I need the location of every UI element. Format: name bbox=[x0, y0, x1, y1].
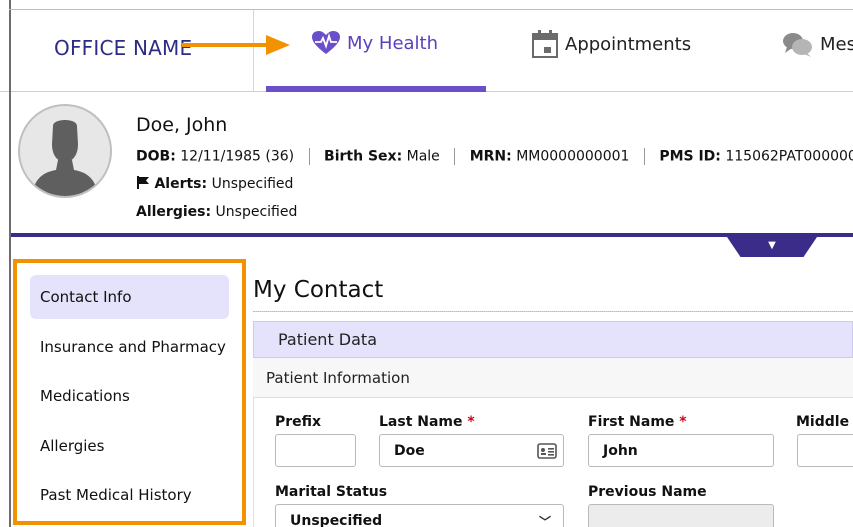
marital-status-select[interactable]: Unspecified ﹀ bbox=[275, 504, 564, 527]
patient-banner: Doe, John DOB: 12/11/1985 (36) Birth Sex… bbox=[11, 93, 853, 233]
patient-name: Doe, John bbox=[136, 114, 228, 136]
last-name-value: Doe bbox=[394, 442, 425, 459]
last-name-label: Last Name * bbox=[379, 414, 475, 430]
sidebar-item-medications[interactable]: Medications bbox=[30, 374, 229, 418]
prefix-field[interactable] bbox=[275, 434, 356, 467]
avatar bbox=[18, 104, 112, 198]
chevron-down-icon: ﹀ bbox=[538, 515, 551, 527]
tab-messages-label: Mes bbox=[820, 33, 853, 55]
calendar-icon bbox=[532, 30, 558, 58]
dob-value: 12/11/1985 (36) bbox=[180, 148, 295, 165]
dob-label: DOB: bbox=[136, 148, 176, 165]
tab-my-health-label: My Health bbox=[347, 32, 439, 54]
pms-id-label: PMS ID: bbox=[659, 148, 721, 165]
alerts-label: Alerts: bbox=[154, 176, 208, 192]
patient-allergies: Allergies: Unspecified bbox=[136, 204, 297, 220]
first-name-label: First Name * bbox=[588, 414, 687, 430]
patient-info-form: Prefix Last Name * Doe First Name * John… bbox=[253, 398, 853, 527]
allergies-label: Allergies: bbox=[136, 204, 212, 220]
sidebar: Contact Info Insurance and Pharmacy Medi… bbox=[13, 259, 246, 525]
window-frame-top bbox=[9, 9, 853, 10]
id-card-icon[interactable] bbox=[537, 443, 557, 459]
tab-my-health[interactable]: My Health bbox=[311, 30, 438, 56]
patient-demographics: DOB: 12/11/1985 (36) Birth Sex: Male MRN… bbox=[136, 148, 853, 165]
pms-id-value: 115062PAT000000001 bbox=[725, 148, 853, 165]
birth-sex-value: Male bbox=[406, 148, 440, 165]
subsection-header: Patient Information bbox=[253, 358, 853, 398]
tab-messages[interactable]: Mes bbox=[782, 30, 853, 58]
sidebar-item-contact-info[interactable]: Contact Info bbox=[30, 275, 229, 319]
mrn-value: MM0000000001 bbox=[516, 148, 630, 165]
mrn-label: MRN: bbox=[469, 148, 512, 165]
caret-down-icon: ▼ bbox=[768, 240, 776, 251]
prefix-label: Prefix bbox=[275, 414, 322, 430]
annotation-arrow-icon bbox=[182, 35, 290, 55]
birth-sex-label: Birth Sex: bbox=[324, 148, 403, 165]
title-divider bbox=[253, 311, 853, 312]
last-name-field[interactable]: Doe bbox=[379, 434, 564, 467]
tab-appointments[interactable]: Appointments bbox=[531, 30, 691, 58]
previous-name-label: Previous Name bbox=[588, 484, 707, 500]
separator bbox=[454, 148, 456, 165]
sidebar-item-allergies[interactable]: Allergies bbox=[30, 424, 229, 468]
chat-bubbles-icon bbox=[783, 33, 812, 57]
sidebar-item-insurance-pharmacy[interactable]: Insurance and Pharmacy bbox=[30, 325, 229, 369]
middle-name-label: Middle bbox=[796, 414, 850, 430]
last-name-label-text: Last Name bbox=[379, 414, 463, 430]
collapse-banner-toggle[interactable]: ▼ bbox=[727, 237, 817, 257]
first-name-field[interactable]: John bbox=[588, 434, 774, 467]
middle-name-field[interactable] bbox=[797, 434, 853, 467]
alerts-value: Unspecified bbox=[211, 176, 294, 192]
top-nav: OFFICE NAME My Health Appointments Mes bbox=[0, 0, 853, 92]
previous-name-field[interactable] bbox=[588, 504, 774, 527]
banner-divider bbox=[11, 233, 853, 237]
office-name[interactable]: OFFICE NAME bbox=[54, 36, 192, 60]
person-silhouette-icon bbox=[32, 120, 98, 196]
section-header[interactable]: Patient Data bbox=[253, 321, 853, 358]
allergies-value: Unspecified bbox=[215, 204, 298, 220]
separator bbox=[308, 148, 310, 165]
separator bbox=[643, 148, 645, 165]
tab-appointments-label: Appointments bbox=[565, 33, 692, 55]
heart-pulse-icon bbox=[312, 31, 340, 54]
first-name-label-text: First Name bbox=[588, 414, 675, 430]
flag-icon bbox=[137, 176, 149, 189]
page-title: My Contact bbox=[253, 277, 384, 303]
sidebar-item-past-medical-history[interactable]: Past Medical History bbox=[30, 473, 229, 517]
marital-status-value: Unspecified bbox=[290, 512, 383, 527]
patient-alerts: Alerts: Unspecified bbox=[136, 176, 293, 192]
active-tab-indicator bbox=[266, 86, 486, 92]
required-mark: * bbox=[679, 414, 687, 430]
marital-status-label: Marital Status bbox=[275, 484, 388, 500]
required-mark: * bbox=[467, 414, 475, 430]
window-frame-left bbox=[9, 0, 11, 527]
